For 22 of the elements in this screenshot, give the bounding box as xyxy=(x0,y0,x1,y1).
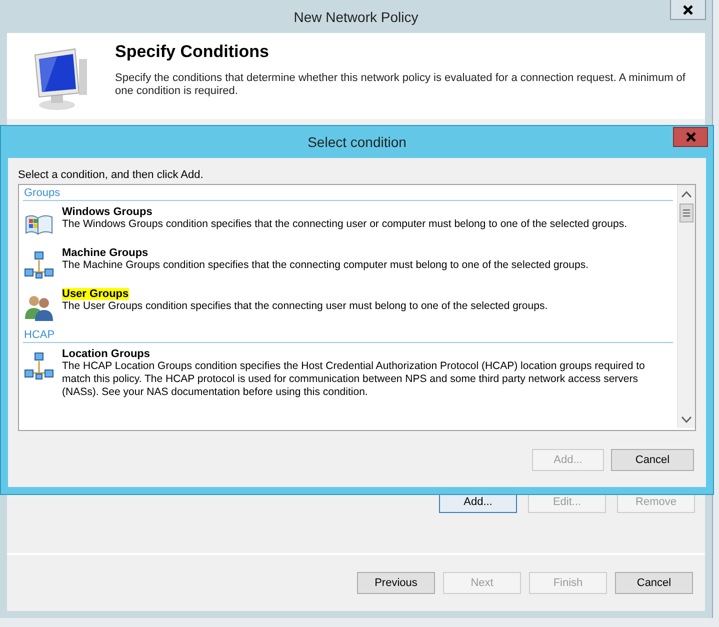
scrollbar[interactable] xyxy=(677,185,695,428)
cancel-button[interactable]: Cancel xyxy=(611,449,694,471)
condition-name[interactable]: User Groups xyxy=(62,288,129,300)
group-header: Groups xyxy=(23,185,673,201)
condition-name[interactable]: Location Groups xyxy=(62,348,150,360)
condition-description: The Machine Groups condition specifies that the connecting computer must belong to one of the selected groups. xyxy=(62,259,590,272)
dialog-title: Select condition xyxy=(308,134,406,150)
instruction-text: Select a condition, and then click Add. xyxy=(18,169,204,181)
cancel-button[interactable]: Cancel xyxy=(615,572,693,594)
previous-button[interactable]: Previous xyxy=(357,572,435,594)
page-heading: Specify Conditions xyxy=(115,42,270,62)
condition-description: The HCAP Location Groups condition specifies the Host Credential Authorization Protocol (HCAP) location groups required to match this policy. The HCAP protocol is used for communication between NPS and some third party network access servers (NASs). See your NAS documentation before using this condition. xyxy=(62,360,646,399)
condition-description: The Windows Groups condition specifies that the connecting user or computer must belong to one of the selected groups. xyxy=(62,218,628,231)
page-description: Specify the conditions that determine whether this network policy is evaluated for a connection request. A minimum of one condition is required. xyxy=(115,72,686,98)
condition-name[interactable]: Machine Groups xyxy=(62,247,148,259)
condition-name[interactable]: Windows Groups xyxy=(62,206,152,218)
group-header: HCAP xyxy=(23,327,673,343)
close-button[interactable] xyxy=(670,0,706,20)
close-icon xyxy=(684,131,696,143)
close-icon xyxy=(682,4,694,16)
window-title: New Network Policy xyxy=(294,8,418,24)
condition-description: The User Groups condition specifies that the connecting user must belong to one of the selected groups. xyxy=(62,300,549,313)
